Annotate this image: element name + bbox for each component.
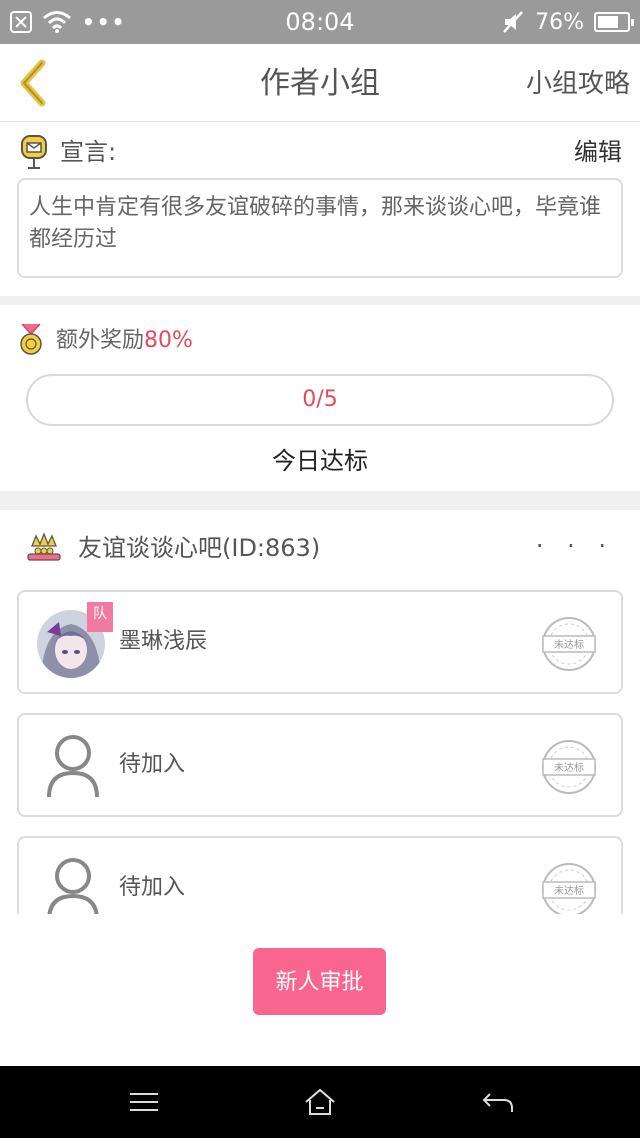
more-options-button[interactable]: · · · [536,530,614,562]
extra-reward-percent: 80% [144,328,193,353]
declaration-header: 宣言: 编辑 [0,122,640,178]
extra-reward-label: 额外奖励80% [56,326,193,356]
edit-button[interactable]: 编辑 [574,136,622,168]
mute-icon [503,11,524,33]
member-card[interactable]: 待加入 未达标 [17,713,623,817]
system-nav-bar [0,1066,640,1138]
medal-icon [20,323,42,355]
stamp-text: 未达标 [554,762,584,774]
declaration-text[interactable]: 人生中肯定有很多友谊破碎的事情，那来谈谈心吧，毕竟谁都经历过 [17,178,623,278]
member-name: 墨琳浅辰 [119,629,208,654]
member-list: 队 墨琳浅辰 未达标 待加入 未达标 待加入 未达标 [0,580,640,914]
not-qualified-stamp-icon: 未达标 [542,617,596,671]
extra-reward-text: 额外奖励 [56,328,145,353]
menu-icon[interactable] [124,1086,164,1118]
person-placeholder-icon [47,858,99,914]
group-name: 友谊谈谈心吧(ID:863) [78,534,321,562]
divider [0,491,640,510]
battery-level [598,16,619,28]
group-guide-link[interactable]: 小组攻略 [526,66,630,102]
captain-badge: 队 [87,602,113,632]
not-qualified-stamp-icon: 未达标 [542,863,596,914]
status-bar: ••• 08:04 76% [0,0,640,44]
not-qualified-stamp-icon: 未达标 [542,740,596,794]
nav-bar: 作者小组 小组攻略 [0,44,640,122]
mailbox-icon [21,135,47,169]
new-member-approval-button[interactable]: 新人审批 [253,948,386,1015]
status-bar-right: 76% [501,8,634,36]
member-name: 待加入 [119,752,186,777]
divider [0,296,640,305]
today-target-label: 今日达标 [272,447,368,475]
member-name: 待加入 [119,875,186,900]
home-icon[interactable] [300,1086,340,1118]
progress-text: 0/5 [302,387,338,412]
team-icon [27,532,61,561]
battery-percent: 76% [535,9,584,35]
member-card[interactable]: 待加入 未达标 [17,836,623,914]
stamp-text: 未达标 [554,639,584,651]
back-arrow-icon[interactable] [478,1086,518,1118]
progress-bar: 0/5 [26,374,614,426]
battery-icon [594,12,634,32]
person-placeholder-icon [47,735,99,798]
declaration-label: 宣言: [60,138,117,166]
stamp-text: 未达标 [554,885,584,897]
member-card[interactable]: 队 墨琳浅辰 未达标 [17,590,623,694]
